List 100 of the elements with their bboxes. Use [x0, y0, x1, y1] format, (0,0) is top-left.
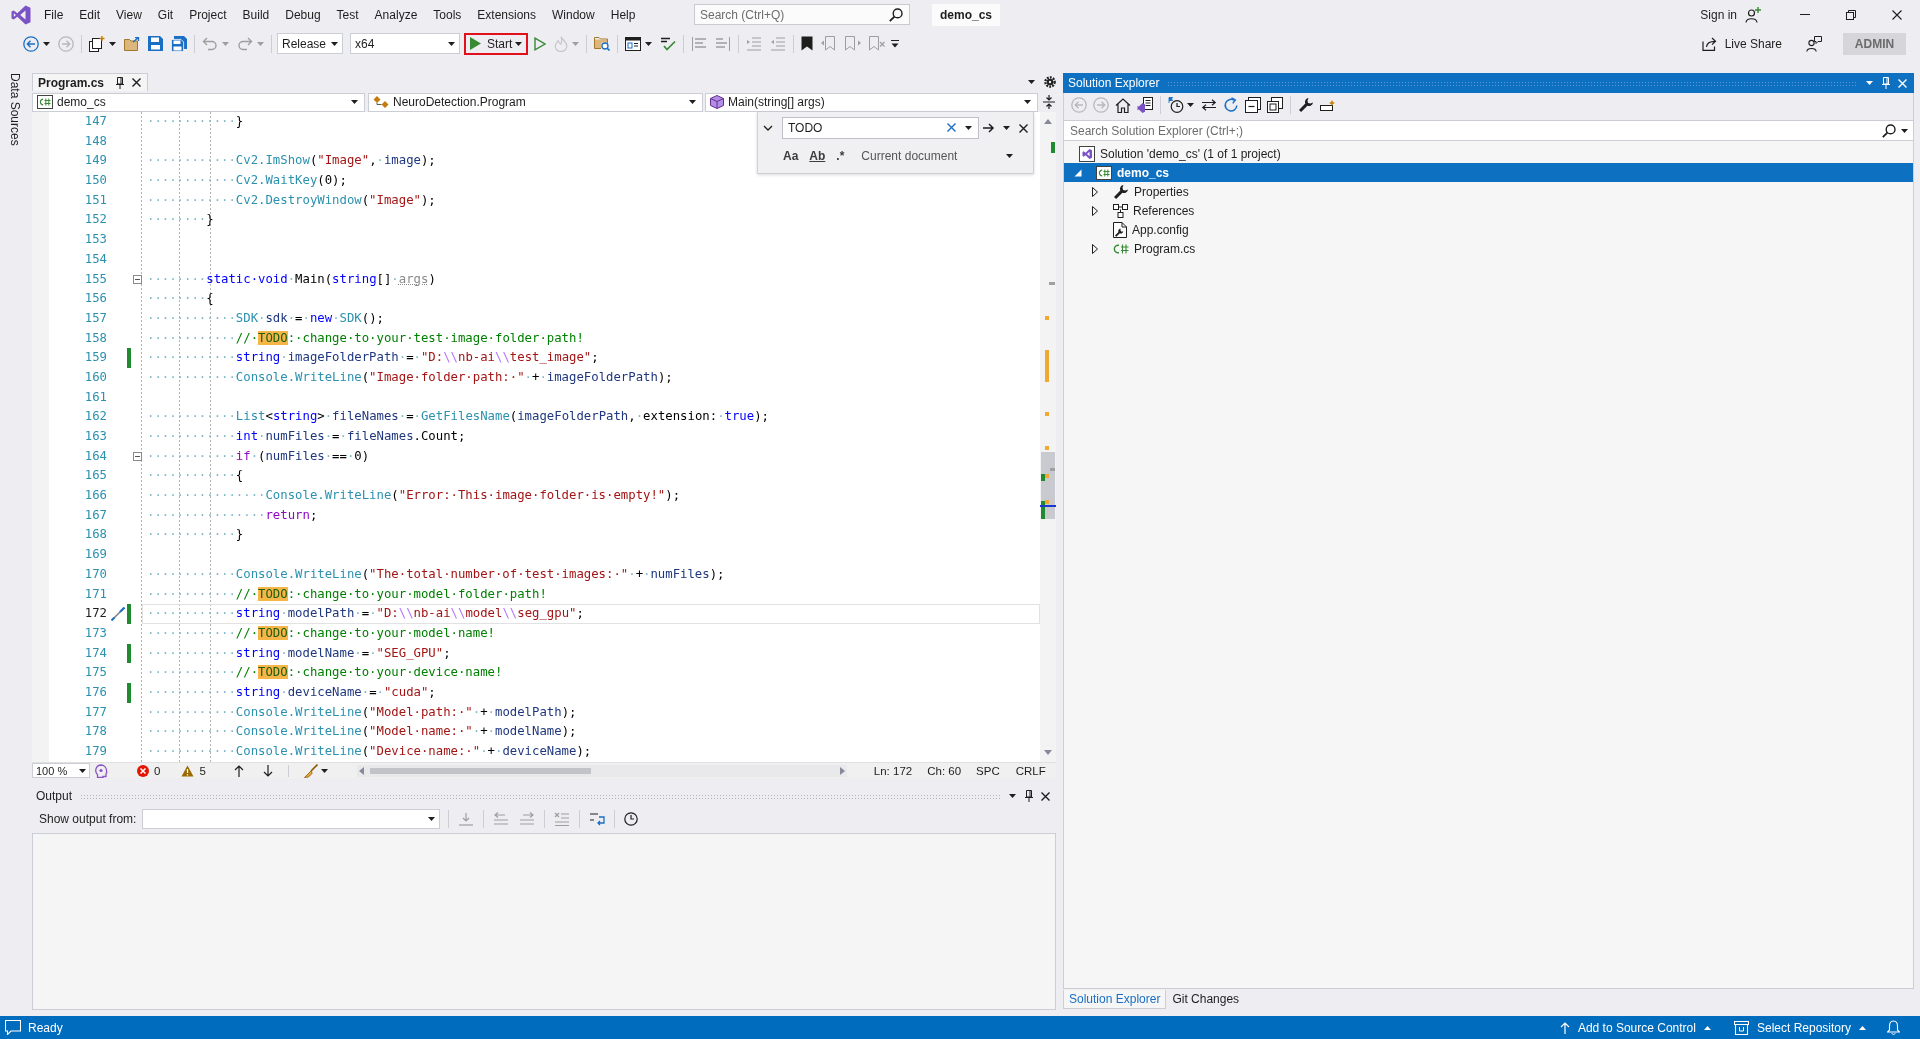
clock-flag-icon[interactable]: [1168, 97, 1184, 113]
search-icon[interactable]: [1882, 124, 1896, 138]
horizontal-scrollbar[interactable]: [356, 764, 847, 777]
close-icon[interactable]: [1041, 791, 1050, 801]
search-field[interactable]: Search (Ctrl+Q): [694, 4, 910, 25]
search-icon[interactable]: [889, 8, 903, 22]
menu-item[interactable]: File: [36, 3, 72, 26]
member-dropdown[interactable]: Main(string[] args): [705, 92, 1038, 112]
tree-item[interactable]: demo_cs: [1064, 163, 1913, 182]
menu-item[interactable]: Help: [602, 3, 644, 26]
clock-icon[interactable]: [624, 812, 639, 826]
screwdriver-icon[interactable]: [110, 607, 125, 622]
platform-dropdown[interactable]: x64: [350, 33, 460, 54]
home-icon[interactable]: [1115, 97, 1131, 113]
sparkle-box-icon[interactable]: [1320, 99, 1336, 111]
tree-item[interactable]: Program.cs: [1064, 239, 1913, 258]
caret-icon[interactable]: [1003, 126, 1010, 130]
pin-icon[interactable]: [1025, 790, 1033, 802]
collapse-all-icon[interactable]: [1245, 97, 1261, 113]
sign-in-button[interactable]: Sign in: [1700, 7, 1737, 22]
person-speech-icon[interactable]: [1806, 35, 1822, 52]
menu-item[interactable]: Git: [149, 3, 182, 26]
tree-item[interactable]: Properties: [1064, 182, 1913, 201]
column-indicator[interactable]: Ch: 60: [927, 764, 962, 777]
close-icon[interactable]: [1892, 9, 1902, 20]
pin-icon[interactable]: [116, 76, 125, 89]
source-control-button[interactable]: Add to Source Control: [1559, 1020, 1711, 1035]
settings-icon[interactable]: [1044, 76, 1056, 88]
tree-item[interactable]: Solution 'demo_cs' (1 of 1 project): [1064, 144, 1913, 163]
refresh-icon[interactable]: [1223, 97, 1239, 113]
caret-icon[interactable]: [965, 126, 972, 130]
tick-lines-icon[interactable]: [660, 36, 676, 51]
two-way-arrows-icon[interactable]: [1201, 99, 1217, 111]
find-field[interactable]: TODO: [782, 117, 979, 139]
files-icon[interactable]: [1267, 97, 1283, 113]
menu-item[interactable]: Tools: [425, 3, 470, 26]
collapsed-arrow-icon[interactable]: [1092, 186, 1098, 197]
menu-item[interactable]: Build: [234, 3, 278, 26]
clear-icon[interactable]: [947, 123, 956, 132]
close-icon[interactable]: [1019, 123, 1028, 133]
tree-item[interactable]: App.config: [1064, 220, 1913, 239]
menu-item[interactable]: Project: [181, 3, 235, 26]
word-wrap-icon[interactable]: [589, 812, 606, 826]
floppy-disks-icon[interactable]: [171, 35, 187, 52]
type-dropdown[interactable]: NeuroDetection.Program: [368, 92, 703, 112]
start-button[interactable]: Start: [464, 32, 528, 55]
collapse-icon[interactable]: [133, 452, 142, 462]
caret-icon[interactable]: [1901, 129, 1908, 133]
caret-icon[interactable]: [320, 768, 328, 773]
caret-icon[interactable]: [1009, 794, 1016, 798]
menu-item[interactable]: Extensions: [469, 3, 545, 26]
play-outline-icon[interactable]: [534, 36, 546, 51]
zoom-dropdown[interactable]: 100 %: [32, 763, 90, 778]
arrow-right-icon[interactable]: [983, 123, 995, 133]
caret-icon[interactable]: [109, 41, 116, 46]
option-toggle[interactable]: Ab: [805, 147, 830, 165]
repository-button[interactable]: Select Repository: [1733, 1020, 1866, 1035]
folder-search-icon[interactable]: [594, 36, 610, 51]
person-add-icon[interactable]: [1745, 6, 1761, 23]
caret-icon[interactable]: [43, 41, 50, 46]
panel-tab[interactable]: Solution Explorer: [1063, 990, 1167, 1009]
caret-icon[interactable]: [1028, 80, 1035, 84]
split-icon[interactable]: [1043, 95, 1055, 109]
restore-icon[interactable]: [1846, 9, 1856, 20]
arrow-up-icon[interactable]: [233, 764, 244, 777]
menu-item[interactable]: View: [108, 3, 150, 26]
account-button[interactable]: ADMIN: [1843, 32, 1906, 55]
menu-item[interactable]: Debug: [277, 3, 329, 26]
brush-icon[interactable]: [303, 763, 318, 778]
caret-icon[interactable]: [1187, 103, 1194, 107]
head-icon[interactable]: [94, 763, 108, 778]
collapsed-arrow-icon[interactable]: [1092, 243, 1098, 254]
panel-tab[interactable]: Git Changes: [1166, 990, 1246, 1009]
arrow-down-icon[interactable]: [262, 764, 273, 777]
collapse-icon[interactable]: [133, 274, 142, 284]
scope-dropdown[interactable]: Current document: [857, 147, 1018, 165]
stacked-pages-icon[interactable]: [89, 35, 105, 52]
overflow-icon[interactable]: [891, 39, 899, 48]
caret-icon[interactable]: [645, 41, 652, 46]
expanded-arrow-icon[interactable]: [1074, 168, 1082, 177]
option-toggle[interactable]: Aa: [779, 147, 803, 165]
menu-item[interactable]: Window: [544, 3, 603, 26]
side-tab[interactable]: Data Sources: [8, 73, 22, 146]
line-indicator[interactable]: Ln: 172: [873, 764, 913, 777]
project-dropdown[interactable]: demo_cs: [32, 92, 365, 112]
option-toggle[interactable]: .*: [832, 147, 849, 165]
tree-item[interactable]: References: [1064, 201, 1913, 220]
close-icon[interactable]: [132, 78, 142, 87]
back-icon[interactable]: [23, 35, 39, 52]
error-count[interactable]: 0: [137, 764, 161, 777]
document-tab[interactable]: Program.cs: [32, 73, 149, 91]
menu-item[interactable]: Analyze: [366, 3, 426, 26]
bookmark-icon[interactable]: [801, 36, 813, 51]
collapsed-arrow-icon[interactable]: [1092, 205, 1098, 216]
vertical-scrollbar[interactable]: [1040, 112, 1056, 762]
line-ending-indicator[interactable]: CRLF: [1015, 764, 1046, 777]
folder-arrow-icon[interactable]: [124, 36, 140, 51]
speech-bubble-icon[interactable]: [5, 1020, 21, 1035]
search-field[interactable]: Search Solution Explorer (Ctrl+;): [1064, 120, 1913, 141]
configuration-dropdown[interactable]: Release: [277, 33, 343, 54]
